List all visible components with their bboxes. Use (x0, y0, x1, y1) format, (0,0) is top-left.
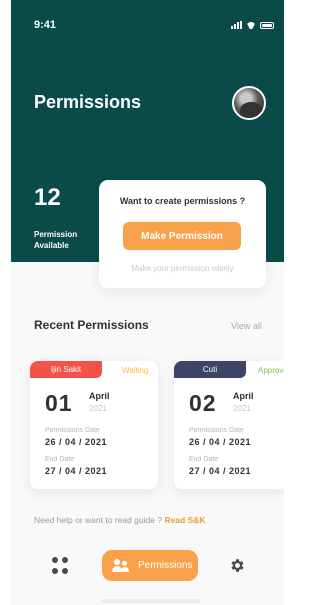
permission-year: 2021 (233, 404, 251, 413)
battery-icon (260, 21, 274, 29)
available-label: Permission Available (34, 230, 78, 250)
avatar[interactable] (232, 86, 266, 120)
permission-month: April (233, 391, 254, 401)
permission-month: April (89, 391, 110, 401)
status-time: 9:41 (34, 19, 57, 31)
end-date-value: 27 / 04 / 2021 (45, 466, 108, 476)
end-date-label: End Date (189, 456, 219, 463)
permission-date-value: 26 / 04 / 2021 (45, 437, 108, 447)
create-hint: Make your permission wisely (131, 264, 234, 273)
people-icon (112, 559, 129, 572)
page-title: Permissions (34, 92, 142, 112)
permission-date-label: Permissions Date (189, 427, 244, 434)
app-screen: 9:41 Permissions 12 Permission Available… (11, 0, 284, 605)
end-date-value: 27 / 04 / 2021 (189, 466, 252, 476)
gear-icon[interactable] (229, 557, 246, 574)
read-sk-link[interactable]: Read S&K (164, 515, 205, 525)
permission-date-value: 26 / 04 / 2021 (189, 437, 252, 447)
status-icons (231, 21, 274, 29)
permission-type-tag: Cuti (174, 361, 246, 378)
nav-permissions-label: Permissions (138, 560, 193, 571)
permission-day: 02 (189, 390, 217, 416)
create-question: Want to create permissions ? (119, 196, 246, 206)
apps-icon[interactable] (52, 557, 69, 574)
nav-permissions-button[interactable]: Permissions (102, 550, 198, 581)
status-badge: Approve (258, 366, 284, 375)
recent-permissions-title: Recent Permissions (34, 318, 149, 332)
wifi-icon (246, 22, 256, 29)
create-permission-card: Want to create permissions ? Make Permis… (99, 180, 266, 288)
permission-card[interactable]: Cuti Approve 02 April 2021 Permissions D… (174, 361, 284, 489)
end-date-label: End Date (45, 456, 75, 463)
help-question: Need help or want to read guide ? (34, 515, 163, 525)
view-all-link[interactable]: View all (231, 321, 262, 331)
permission-date-label: Permissions Date (45, 427, 100, 434)
help-text: Need help or want to read guide ? Read S… (34, 515, 206, 525)
permission-day: 01 (45, 390, 73, 416)
signal-icon (231, 21, 242, 29)
permission-card[interactable]: Ijin Sakit Waiting 01 April 2021 Permiss… (30, 361, 158, 489)
permission-year: 2021 (89, 404, 107, 413)
home-indicator (101, 599, 201, 603)
make-permission-button[interactable]: Make Permission (123, 222, 241, 250)
available-count: 12 (34, 184, 61, 211)
status-badge: Waiting (122, 366, 149, 375)
permission-type-tag: Ijin Sakit (30, 361, 102, 378)
